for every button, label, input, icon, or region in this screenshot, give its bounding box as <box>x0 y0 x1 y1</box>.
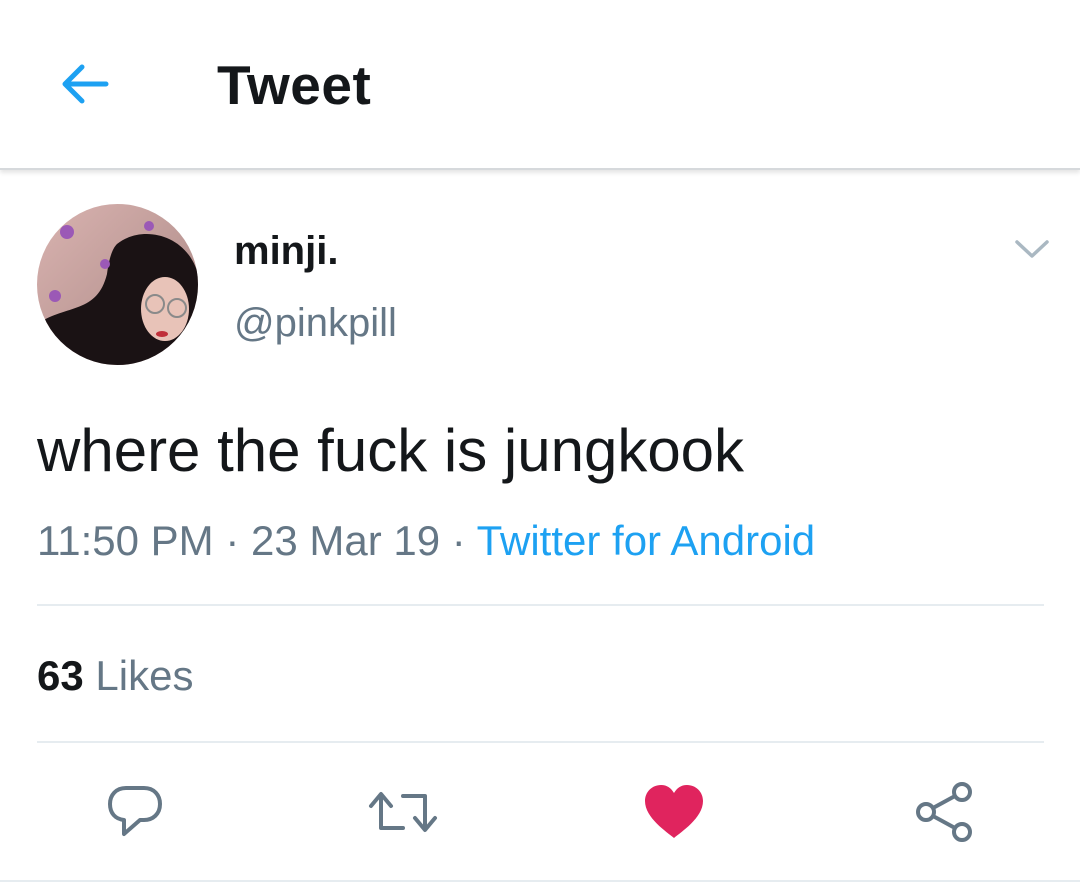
comment-icon <box>108 786 162 836</box>
divider <box>0 880 1080 882</box>
meta-separator: · <box>213 517 251 564</box>
likes-label: Likes <box>95 652 194 699</box>
tweet-time: 11:50 PM <box>37 517 214 564</box>
chevron-down-icon <box>1015 240 1049 258</box>
heart-icon <box>645 785 703 838</box>
retweet-button[interactable] <box>367 776 439 848</box>
tweet-date: 23 Mar 19 <box>250 517 441 564</box>
divider <box>37 741 1044 743</box>
avatar[interactable] <box>37 204 198 365</box>
meta-separator: · <box>440 517 477 564</box>
divider <box>37 604 1044 606</box>
likes-stat[interactable]: 63 Likes <box>37 651 193 701</box>
share-icon <box>916 782 972 842</box>
tweet-source-link[interactable]: Twitter for Android <box>477 517 815 564</box>
like-button[interactable] <box>638 776 710 848</box>
retweet-icon <box>369 792 437 832</box>
tweet-metadata: 11:50 PM · 23 Mar 19 · Twitter for Andro… <box>37 516 815 566</box>
back-button[interactable] <box>52 52 116 116</box>
back-arrow-icon <box>62 64 109 104</box>
likes-count: 63 <box>37 652 84 699</box>
user-handle[interactable]: @pinkpill <box>234 298 397 348</box>
page-title: Tweet <box>217 54 372 116</box>
top-app-bar: Tweet <box>0 0 1080 170</box>
display-name[interactable]: minji. <box>234 226 338 276</box>
reply-button[interactable] <box>99 776 171 848</box>
tweet-menu-button[interactable] <box>1008 228 1056 272</box>
share-button[interactable] <box>908 776 980 848</box>
tweet-text: where the fuck is jungkook <box>37 417 745 484</box>
